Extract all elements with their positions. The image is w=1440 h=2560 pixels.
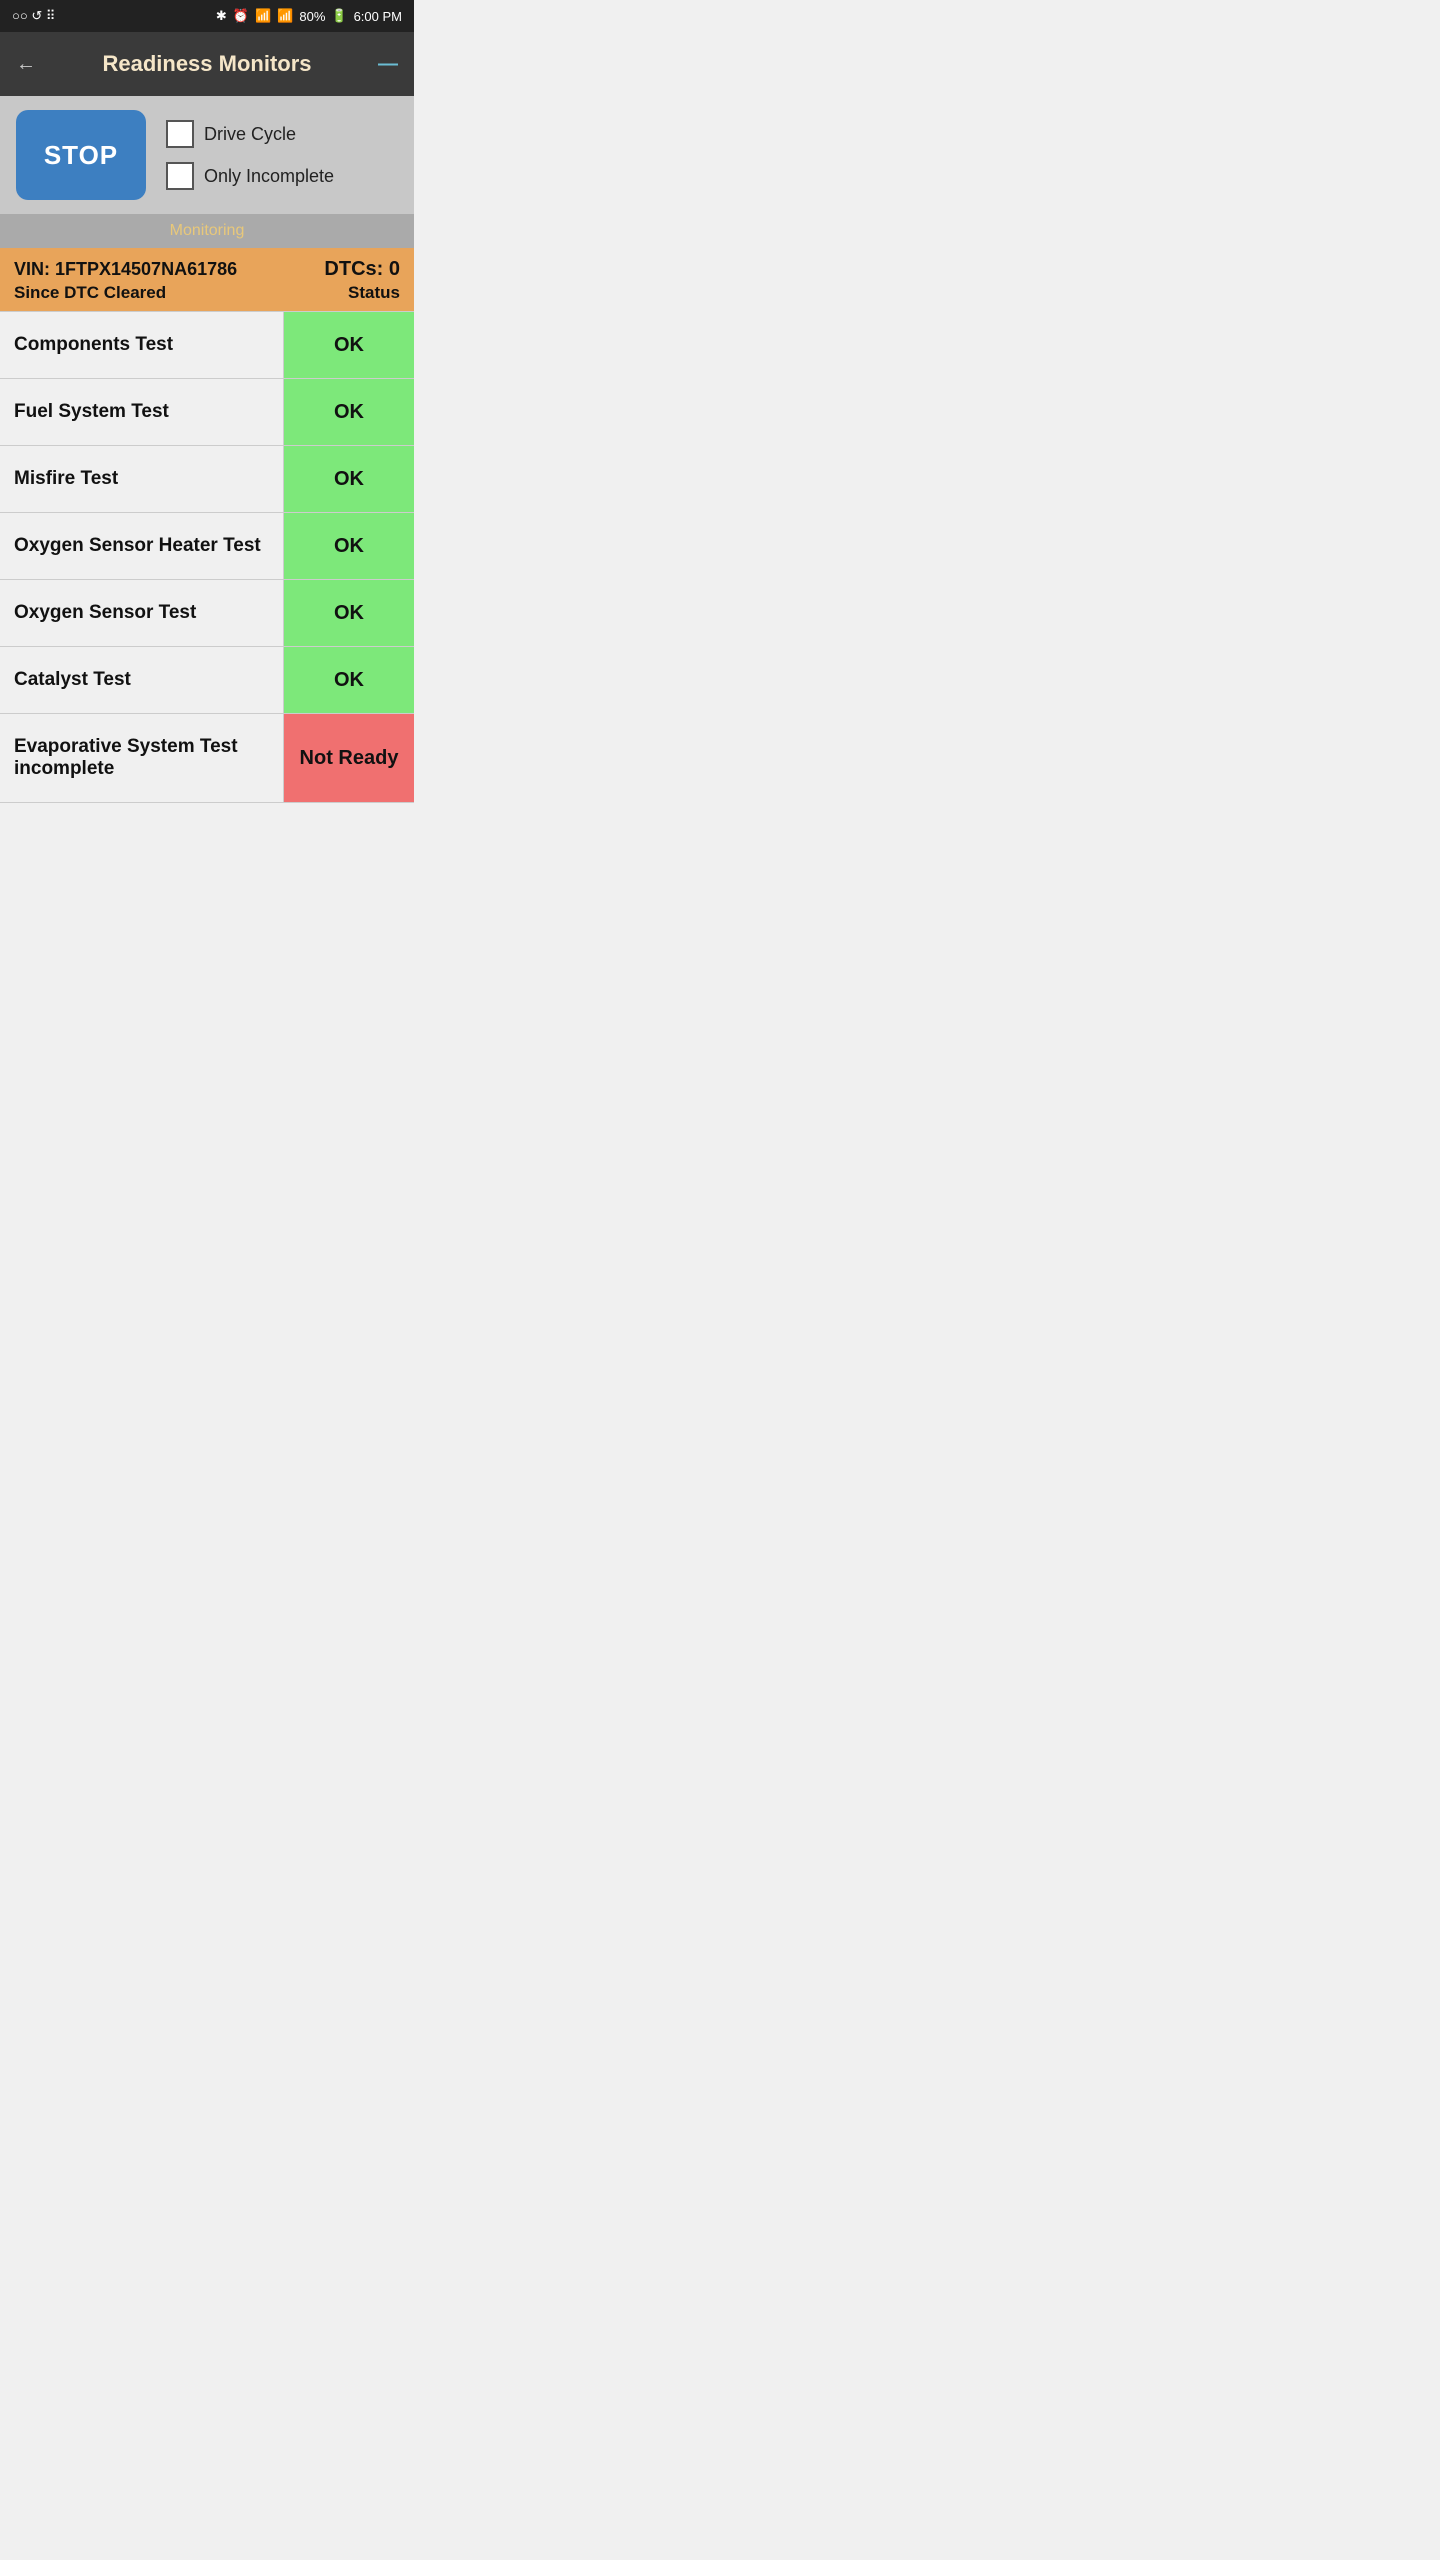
battery-icon: 🔋 — [331, 8, 347, 24]
monitor-row: Components TestOK — [0, 311, 414, 379]
monitoring-label: Monitoring — [170, 222, 245, 239]
status-bar-right: ✱ ⏰ 📶 📶 80% 🔋 6:00 PM — [216, 8, 402, 24]
drive-cycle-checkbox[interactable] — [166, 120, 194, 148]
bluetooth-icon: ✱ — [216, 8, 227, 24]
only-incomplete-checkbox[interactable] — [166, 162, 194, 190]
menu-icon[interactable]: — — [378, 53, 398, 76]
since-dtc-label: Since DTC Cleared — [14, 283, 166, 303]
checkboxes-group: Drive Cycle Only Incomplete — [166, 120, 334, 190]
status-column-header: Status — [348, 283, 400, 303]
monitor-row: Oxygen Sensor TestOK — [0, 580, 414, 647]
dtc-count: DTCs: 0 — [324, 258, 400, 281]
drive-cycle-label: Drive Cycle — [204, 124, 296, 145]
controls-area: STOP Drive Cycle Only Incomplete — [0, 96, 414, 214]
drive-cycle-row: Drive Cycle — [166, 120, 334, 148]
monitor-name-4: Oxygen Sensor Test — [0, 580, 284, 646]
monitor-list: Components TestOKFuel System TestOKMisfi… — [0, 311, 414, 803]
time-display: 6:00 PM — [354, 9, 402, 24]
monitor-name-3: Oxygen Sensor Heater Test — [0, 513, 284, 579]
monitor-status-1: OK — [284, 379, 414, 445]
monitor-row: Misfire TestOK — [0, 446, 414, 513]
vin-text: VIN: 1FTPX14507NA61786 — [14, 259, 237, 280]
battery-percent: 80% — [299, 9, 325, 24]
monitor-row: Evaporative System Test incompleteNot Re… — [0, 714, 414, 803]
monitor-name-0: Components Test — [0, 312, 284, 378]
status-bar-left: ○○ ↺ ⠿ — [12, 8, 55, 24]
page-title: Readiness Monitors — [36, 51, 378, 77]
stop-button[interactable]: STOP — [16, 110, 146, 200]
signal-icon: 📶 — [277, 8, 293, 24]
monitor-status-3: OK — [284, 513, 414, 579]
monitor-name-1: Fuel System Test — [0, 379, 284, 445]
vin-section: VIN: 1FTPX14507NA61786 DTCs: 0 Since DTC… — [0, 248, 414, 311]
monitoring-bar: Monitoring — [0, 214, 414, 248]
status-bar: ○○ ↺ ⠿ ✱ ⏰ 📶 📶 80% 🔋 6:00 PM — [0, 0, 414, 32]
alarm-icon: ⏰ — [233, 8, 249, 24]
notification-icons: ○○ ↺ ⠿ — [12, 8, 55, 24]
monitor-status-2: OK — [284, 446, 414, 512]
only-incomplete-row: Only Incomplete — [166, 162, 334, 190]
monitor-status-6: Not Ready — [284, 714, 414, 802]
wifi-icon: 📶 — [255, 8, 271, 24]
only-incomplete-label: Only Incomplete — [204, 166, 334, 187]
back-button[interactable]: ← — [16, 53, 36, 76]
bottom-space — [0, 803, 414, 833]
monitor-status-0: OK — [284, 312, 414, 378]
monitor-status-4: OK — [284, 580, 414, 646]
monitor-row: Catalyst TestOK — [0, 647, 414, 714]
monitor-name-5: Catalyst Test — [0, 647, 284, 713]
app-header: ← Readiness Monitors — — [0, 32, 414, 96]
monitor-name-6: Evaporative System Test incomplete — [0, 714, 284, 802]
monitor-row: Fuel System TestOK — [0, 379, 414, 446]
monitor-status-5: OK — [284, 647, 414, 713]
monitor-row: Oxygen Sensor Heater TestOK — [0, 513, 414, 580]
monitor-name-2: Misfire Test — [0, 446, 284, 512]
